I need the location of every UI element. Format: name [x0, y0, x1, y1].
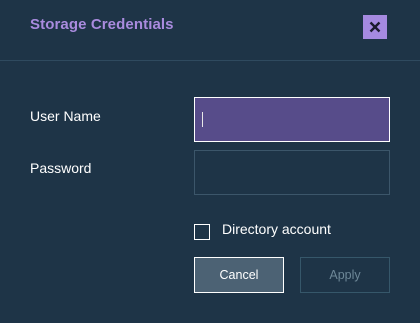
password-label: Password — [30, 160, 92, 176]
password-input[interactable] — [194, 150, 390, 195]
directory-account-checkbox[interactable] — [194, 224, 210, 240]
cancel-button[interactable]: Cancel — [194, 257, 284, 293]
storage-credentials-dialog: Storage Credentials User Name Password D… — [0, 0, 420, 323]
dialog-header: Storage Credentials — [0, 0, 420, 61]
username-input[interactable] — [194, 97, 390, 142]
directory-account-option[interactable]: Directory account — [194, 219, 331, 240]
apply-button[interactable]: Apply — [300, 257, 390, 293]
close-icon — [369, 21, 381, 33]
text-cursor — [202, 112, 203, 127]
directory-account-label: Directory account — [222, 221, 331, 237]
close-button[interactable] — [363, 15, 387, 39]
dialog-title: Storage Credentials — [30, 16, 174, 33]
username-label: User Name — [30, 108, 101, 124]
